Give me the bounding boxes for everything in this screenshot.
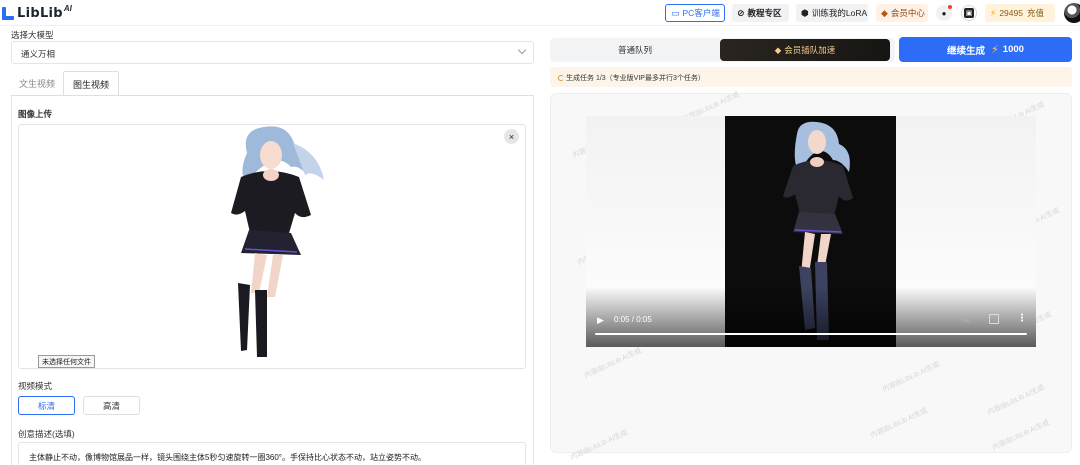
gift-icon: ▣: [964, 8, 974, 18]
queue-normal-option[interactable]: 普通队列: [550, 38, 720, 62]
chat-bubble-icon: ●: [941, 8, 947, 18]
description-input[interactable]: 主体静止不动，像博物馆展品一样，镜头围绕主体5秒匀速旋转一圈360°。手保持比心…: [18, 442, 526, 465]
monitor-icon: ▭: [671, 7, 680, 18]
logo-text: LibLib: [17, 6, 63, 21]
description-value: 主体静止不动，像博物馆展品一样，镜头围绕主体5秒匀速旋转一圈360°。手保持比心…: [29, 453, 426, 462]
file-input[interactable]: 未选择任何文件: [38, 355, 95, 368]
video-mode-label: 视频模式: [18, 381, 53, 391]
description-label: 创意描述(选填): [18, 429, 75, 439]
recharge-label: 充值: [1026, 8, 1044, 18]
task-status-text: 生成任务 1/3（专业版VIP最多并行3个任务）: [566, 75, 705, 82]
close-icon: ×: [508, 131, 515, 142]
volume-icon[interactable]: ◀): [961, 314, 971, 325]
task-status-bar: 生成任务 1/3（专业版VIP最多并行3个任务）: [550, 67, 1072, 87]
tab-text-to-video[interactable]: 文生视频: [11, 71, 63, 96]
loading-spinner-icon: [558, 75, 564, 81]
mode-hd-button[interactable]: 高清: [83, 396, 140, 415]
generate-label: 继续生成: [947, 45, 986, 57]
diamond-icon: ◆: [881, 7, 888, 18]
top-bar: LibLib AI ▭ PC客户端 ⊘ 教程专区 ⬢ 训练我的LoRA ◆ 会员…: [0, 0, 1080, 26]
model-label: 选择大模型: [11, 30, 54, 40]
tab-image-to-video[interactable]: 图生视频: [63, 71, 119, 96]
points-value: 29495: [999, 8, 1023, 18]
pc-client-button[interactable]: ▭ PC客户端: [665, 4, 725, 22]
gift-button[interactable]: ▣: [961, 5, 977, 21]
model-select[interactable]: 通义万相: [11, 41, 534, 64]
cube-icon: ⬢: [801, 7, 809, 18]
image-upload-area[interactable]: [18, 124, 526, 369]
tutorial-label: 教程专区: [747, 8, 782, 18]
more-options-icon[interactable]: ⋮: [1017, 313, 1027, 324]
logo-mark-icon: [2, 7, 15, 20]
vip-center-button[interactable]: ◆ 会员中心: [876, 4, 928, 22]
generate-button[interactable]: 继续生成 ⚡ 1000: [899, 37, 1072, 62]
mode-standard-button[interactable]: 标清: [18, 396, 75, 415]
notification-dot: [948, 5, 952, 9]
uploaded-image: [231, 126, 324, 357]
compass-icon: ⊘: [737, 7, 745, 18]
chevron-down-icon: [517, 45, 527, 55]
lightning-icon: ⚡: [991, 44, 999, 56]
remove-image-button[interactable]: ×: [504, 129, 519, 144]
video-progress-track[interactable]: [595, 333, 1027, 335]
queue-vip-option[interactable]: ◆ 会员插队加速: [720, 39, 890, 61]
pc-client-label: PC客户端: [682, 8, 720, 18]
lightning-icon: ⚡: [990, 7, 997, 18]
generate-cost: 1000: [1002, 44, 1024, 55]
play-icon[interactable]: ▶: [594, 314, 607, 327]
queue-vip-label: 会员插队加速: [784, 45, 836, 55]
points-recharge-button[interactable]: ⚡ 29495 充值: [985, 4, 1055, 22]
diamond-icon: ◆: [774, 44, 782, 55]
logo-sup: AI: [63, 4, 72, 13]
avatar[interactable]: [1064, 3, 1080, 23]
message-button[interactable]: ●: [936, 5, 952, 21]
upload-label: 图像上传: [18, 109, 53, 119]
tutorial-button[interactable]: ⊘ 教程专区: [732, 4, 789, 22]
model-select-value: 通义万相: [21, 49, 56, 59]
fullscreen-icon[interactable]: [989, 314, 999, 324]
vip-center-label: 会员中心: [890, 8, 925, 18]
liblib-logo[interactable]: LibLib AI: [2, 4, 72, 22]
train-lora-label: 训练我的LoRA: [811, 8, 868, 18]
tab-divider: [11, 95, 534, 96]
train-lora-button[interactable]: ⬢ 训练我的LoRA: [796, 4, 868, 22]
video-time: 0:05 / 0:05: [614, 315, 652, 324]
